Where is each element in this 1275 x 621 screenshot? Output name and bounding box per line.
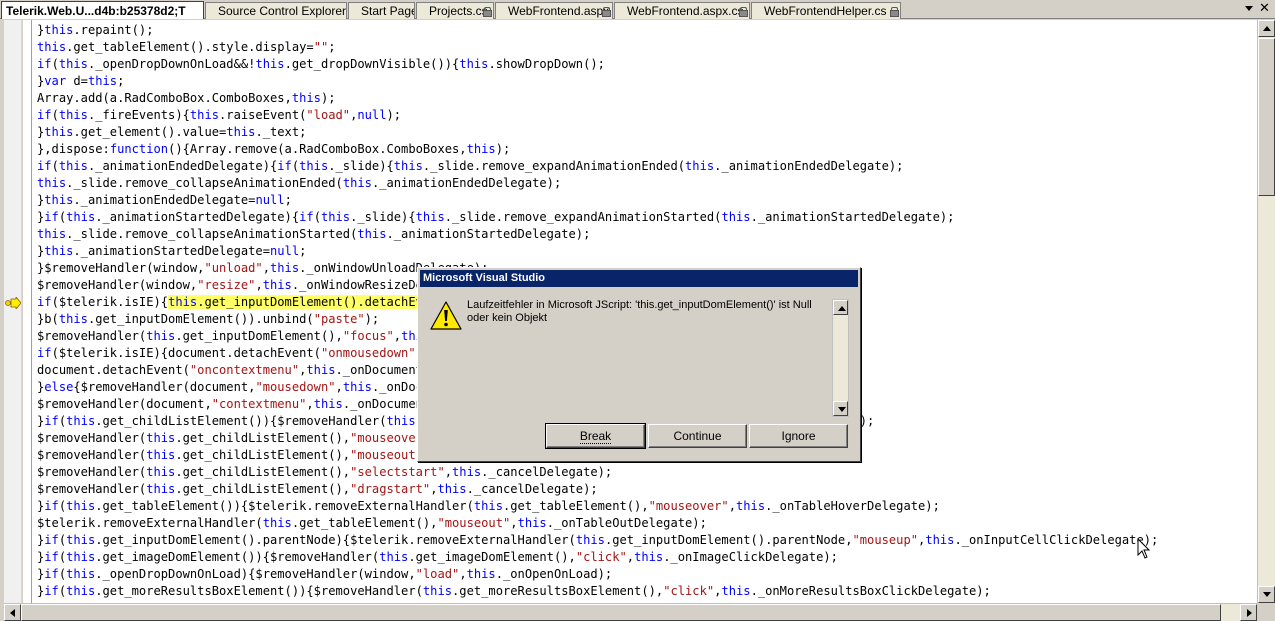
message-scrollbar[interactable] [832, 299, 849, 417]
code-line: }this.repaint(); [37, 23, 154, 37]
code-line: }this._animationStartedDelegate=null; [37, 244, 307, 258]
code-line: }if(this.get_inputDomElement().parentNod… [37, 533, 1159, 547]
horizontal-scroll-thumb[interactable] [21, 604, 1221, 621]
code-line: }var d=this; [37, 74, 125, 88]
scroll-up-arrow-icon[interactable] [1258, 20, 1275, 37]
code-line: $telerik.removeExternalHandler(this.get_… [37, 516, 707, 530]
tab-label: WebFrontend.aspx [508, 4, 610, 18]
tab-telerik-web-ui[interactable]: Telerik.Web.U...d4b:b25378d2;T [1, 1, 204, 19]
scroll-left-arrow-icon[interactable] [4, 604, 21, 621]
code-line: this._slide.remove_collapseAnimationStar… [37, 227, 591, 241]
code-line: if(this._fireEvents){this.raiseEvent("lo… [37, 108, 402, 122]
code-line: }if(this._openDropDownOnLoad){$removeHan… [37, 567, 613, 581]
ignore-button[interactable]: Ignore [749, 424, 848, 448]
outline-guide [31, 20, 32, 603]
tab-label: Source Control Explorer [218, 4, 347, 18]
code-line: $removeHandler(this.get_childListElement… [37, 482, 598, 496]
vertical-scrollbar[interactable] [1257, 20, 1275, 603]
current-statement-arrow-icon [5, 297, 21, 309]
code-line: }if(this._animationStartedDelegate){if(t… [37, 210, 955, 224]
lock-icon [890, 7, 899, 17]
tab-start-page[interactable]: Start Page [348, 2, 415, 19]
mouse-cursor-icon [1137, 538, 1151, 559]
message-textbox[interactable]: Laufzeitfehler in Microsoft JScript: 'th… [463, 296, 851, 420]
dialog-title[interactable]: Microsoft Visual Studio [420, 270, 858, 287]
tab-label: WebFrontend.aspx.cs [627, 4, 744, 18]
scrollbar-corner [1257, 603, 1275, 621]
continue-button[interactable]: Continue [648, 424, 747, 448]
error-dialog: Microsoft Visual Studio Laufzeitfehler i… [417, 267, 861, 462]
tab-label: Telerik.Web.U...d4b:b25378d2;T [6, 3, 186, 18]
code-line: },dispose:function(){Array.remove(a.RadC… [37, 142, 511, 156]
close-icon[interactable]: ✕ [1259, 1, 1270, 16]
break-button-label: Break [579, 429, 612, 444]
code-line: }if(this.get_imageDomElement()){$removeH… [37, 550, 838, 564]
tab-webfrontend-aspx[interactable]: WebFrontend.aspx [495, 2, 613, 19]
tab-label: WebFrontendHelper.cs [764, 4, 887, 18]
document-tab-strip: Telerik.Web.U...d4b:b25378d2;T Source Co… [0, 0, 1275, 19]
code-line: this.get_tableElement().style.display=""… [37, 40, 336, 54]
vertical-scroll-thumb[interactable] [1258, 38, 1275, 196]
warning-icon [430, 301, 462, 330]
code-line: }this._animationEndedDelegate=null; [37, 193, 292, 207]
code-line: this._slide.remove_collapseAnimationEnde… [37, 176, 562, 190]
tab-webfrontend-aspx-cs[interactable]: WebFrontend.aspx.cs [614, 2, 750, 19]
tab-label: Start Page [361, 4, 415, 18]
scroll-right-arrow-icon[interactable] [1240, 604, 1257, 621]
code-line: }if(this.get_moreResultsBoxElement()){$r… [37, 584, 991, 598]
indicator-margin[interactable] [4, 20, 22, 603]
code-line: if(this._openDropDownOnLoad&&!this.get_d… [37, 57, 605, 71]
error-message: Laufzeitfehler in Microsoft JScript: 'th… [467, 299, 812, 324]
chevron-down-icon[interactable] [1244, 4, 1254, 14]
break-button[interactable]: Break [545, 423, 646, 449]
code-line: }this.get_element().value=this._text; [37, 125, 307, 139]
code-line: }if(this.get_tableElement()){$telerik.re… [37, 499, 940, 513]
code-line: if(this._animationEndedDelegate){if(this… [37, 159, 904, 173]
lock-icon [483, 7, 492, 17]
tab-projects-cs[interactable]: Projects.cs [416, 2, 494, 19]
lock-icon [602, 7, 611, 17]
lock-icon [739, 7, 748, 17]
scroll-down-arrow-icon[interactable] [1258, 586, 1275, 603]
code-line: $removeHandler(this.get_childListElement… [37, 465, 613, 479]
tab-label: Projects.cs [429, 4, 488, 18]
tab-webfrontendhelper-cs[interactable]: WebFrontendHelper.cs [751, 2, 901, 19]
scroll-up-arrow-icon[interactable] [833, 300, 848, 315]
tab-source-control-explorer[interactable]: Source Control Explorer [205, 2, 347, 19]
horizontal-scrollbar[interactable] [4, 603, 1257, 621]
code-line: Array.add(a.RadComboBox.ComboBoxes,this)… [37, 91, 336, 105]
scroll-down-arrow-icon[interactable] [833, 401, 848, 416]
